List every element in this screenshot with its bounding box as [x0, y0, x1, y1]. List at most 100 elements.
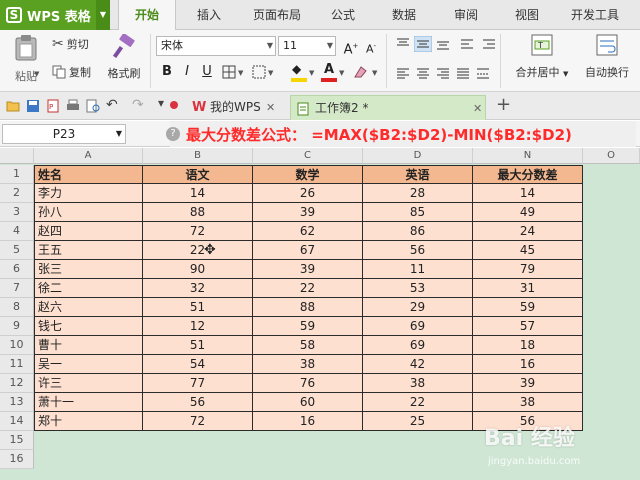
table-cell[interactable]: 88: [253, 298, 363, 317]
table-cell[interactable]: 29: [363, 298, 473, 317]
table-cell[interactable]: 60: [253, 393, 363, 412]
copy-button[interactable]: 复制: [52, 64, 91, 80]
table-cell[interactable]: 22: [253, 279, 363, 298]
table-cell[interactable]: 25: [363, 412, 473, 431]
close-icon[interactable]: ✕: [473, 96, 482, 121]
table-cell[interactable]: 钱七: [34, 317, 143, 336]
table-cell[interactable]: 11: [363, 260, 473, 279]
row-header[interactable]: 11: [0, 355, 34, 374]
table-cell[interactable]: 90: [143, 260, 253, 279]
table-cell[interactable]: 76: [253, 374, 363, 393]
row-header[interactable]: 14: [0, 412, 34, 431]
table-cell[interactable]: 51: [143, 336, 253, 355]
wrap-text-button[interactable]: 自动换行: [578, 34, 636, 88]
header-cell[interactable]: 语文: [143, 165, 253, 184]
row-header[interactable]: 8: [0, 298, 34, 317]
table-cell[interactable]: 59: [253, 317, 363, 336]
increase-font-icon[interactable]: A+: [342, 37, 360, 57]
table-cell[interactable]: 赵六: [34, 298, 143, 317]
clear-format-icon[interactable]: [352, 65, 368, 79]
table-cell[interactable]: 张三: [34, 260, 143, 279]
close-icon[interactable]: ✕: [266, 95, 275, 120]
table-cell[interactable]: 72: [143, 412, 253, 431]
italic-button[interactable]: I: [178, 63, 196, 81]
align-bottom-icon[interactable]: [436, 38, 450, 50]
table-cell[interactable]: 14: [143, 184, 253, 203]
table-cell[interactable]: 31: [473, 279, 583, 298]
tab-insert[interactable]: 插入: [185, 0, 233, 30]
tab-review[interactable]: 审阅: [443, 0, 489, 30]
chevron-down-icon[interactable]: ▼: [339, 69, 344, 77]
merge-center-button[interactable]: T 合并居中 ▼: [510, 34, 574, 88]
cut-button[interactable]: ✂ 剪切: [52, 36, 89, 52]
chevron-down-icon[interactable]: ▼: [268, 69, 273, 77]
table-cell[interactable]: 57: [473, 317, 583, 336]
row-header[interactable]: 4: [0, 222, 34, 241]
row-header[interactable]: 13: [0, 393, 34, 412]
tab-view[interactable]: 视图: [504, 0, 550, 30]
table-cell[interactable]: 赵四: [34, 222, 143, 241]
column-header-b[interactable]: B: [143, 148, 253, 164]
tab-formulas[interactable]: 公式: [320, 0, 366, 30]
font-size-select[interactable]: 11 ▼: [278, 36, 336, 56]
app-menu-button[interactable]: S WPS 表格 ▼: [0, 0, 110, 30]
paste-button[interactable]: 粘贴: [6, 34, 46, 88]
table-cell[interactable]: 85: [363, 203, 473, 222]
table-cell[interactable]: 郑十: [34, 412, 143, 431]
table-cell[interactable]: 28: [363, 184, 473, 203]
table-cell[interactable]: 39: [253, 203, 363, 222]
table-cell[interactable]: 萧十一: [34, 393, 143, 412]
decrease-font-icon[interactable]: A-: [362, 37, 380, 56]
table-cell[interactable]: 徐二: [34, 279, 143, 298]
table-cell[interactable]: 12: [143, 317, 253, 336]
table-cell[interactable]: 38: [363, 374, 473, 393]
open-folder-icon[interactable]: [6, 99, 20, 113]
font-color-button[interactable]: A: [320, 62, 338, 84]
paste-dropdown-icon[interactable]: ▼: [34, 70, 39, 78]
row-header[interactable]: 1: [0, 165, 34, 184]
cell-style-icon[interactable]: [252, 65, 266, 79]
table-cell[interactable]: 曹十: [34, 336, 143, 355]
table-cell[interactable]: 王五: [34, 241, 143, 260]
table-cell[interactable]: 77: [143, 374, 253, 393]
table-cell[interactable]: 许三: [34, 374, 143, 393]
table-cell[interactable]: 56: [143, 393, 253, 412]
table-cell[interactable]: 18: [473, 336, 583, 355]
chevron-down-icon[interactable]: ▼: [309, 69, 314, 77]
tab-home[interactable]: 开始: [118, 0, 176, 31]
column-header-d[interactable]: D: [363, 148, 473, 164]
format-painter-button[interactable]: 格式刷: [104, 34, 144, 88]
table-cell[interactable]: 88: [143, 203, 253, 222]
chevron-down-icon[interactable]: ▼: [96, 0, 110, 30]
row-header[interactable]: 9: [0, 317, 34, 336]
table-cell[interactable]: 79: [473, 260, 583, 279]
table-cell[interactable]: 58: [253, 336, 363, 355]
table-cell[interactable]: 42: [363, 355, 473, 374]
help-icon[interactable]: ?: [166, 127, 180, 141]
row-header[interactable]: 12: [0, 374, 34, 393]
tab-data[interactable]: 数据: [381, 0, 427, 30]
underline-button[interactable]: U: [198, 63, 216, 81]
table-cell[interactable]: 吴一: [34, 355, 143, 374]
header-cell[interactable]: 数学: [253, 165, 363, 184]
tab-page-layout[interactable]: 页面布局: [243, 0, 311, 30]
bold-button[interactable]: B: [158, 63, 176, 81]
table-cell[interactable]: 孙八: [34, 203, 143, 222]
header-cell[interactable]: 最大分数差: [473, 165, 583, 184]
table-cell[interactable]: 39: [473, 374, 583, 393]
table-cell[interactable]: 69: [363, 317, 473, 336]
align-top-icon[interactable]: [396, 38, 410, 50]
table-cell[interactable]: 49: [473, 203, 583, 222]
table-cell[interactable]: 24: [473, 222, 583, 241]
table-cell[interactable]: 72: [143, 222, 253, 241]
table-cell[interactable]: 54: [143, 355, 253, 374]
row-header[interactable]: 6: [0, 260, 34, 279]
new-tab-plus-icon[interactable]: +: [496, 94, 511, 115]
chevron-down-icon[interactable]: ▼: [372, 69, 377, 77]
doc-tab-my-wps[interactable]: W 我的WPS ✕: [186, 95, 282, 120]
table-cell[interactable]: 39: [253, 260, 363, 279]
table-cell[interactable]: 22: [143, 241, 253, 260]
print-preview-icon[interactable]: [86, 99, 100, 113]
table-cell[interactable]: 16: [473, 355, 583, 374]
table-cell[interactable]: 59: [473, 298, 583, 317]
